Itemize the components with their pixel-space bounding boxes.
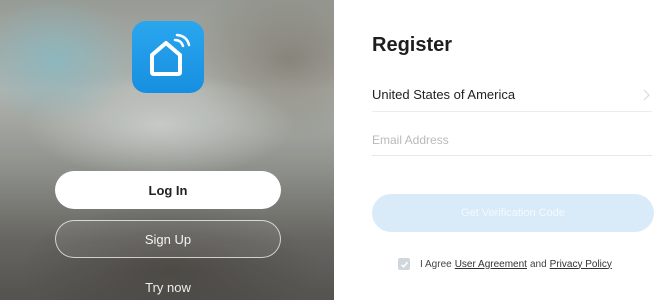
chevron-right-icon	[643, 89, 650, 101]
screen-divider	[334, 0, 346, 300]
get-verification-code-button[interactable]: Get Verification Code	[372, 194, 654, 232]
login-button[interactable]: Log In	[55, 171, 281, 209]
signup-button[interactable]: Sign Up	[55, 220, 281, 258]
agree-prefix: I Agree	[420, 258, 452, 270]
check-icon	[400, 261, 408, 268]
country-label: United States of America	[372, 87, 516, 102]
country-selector[interactable]: United States of America	[372, 80, 652, 112]
welcome-screen: Log In Sign Up Try now	[0, 0, 334, 300]
agree-conjunction: and	[529, 258, 547, 270]
register-screen: Register United States of America Get Ve…	[346, 0, 666, 300]
user-agreement-link[interactable]: User Agreement	[455, 259, 527, 270]
smart-home-icon	[132, 21, 204, 93]
agreement-row: I Agree User Agreement and Privacy Polic…	[398, 256, 612, 272]
agree-checkbox[interactable]	[398, 258, 410, 270]
privacy-policy-link[interactable]: Privacy Policy	[550, 259, 612, 270]
page-title: Register	[372, 34, 453, 56]
email-field[interactable]	[372, 124, 652, 156]
try-now-link[interactable]: Try now	[118, 280, 218, 295]
